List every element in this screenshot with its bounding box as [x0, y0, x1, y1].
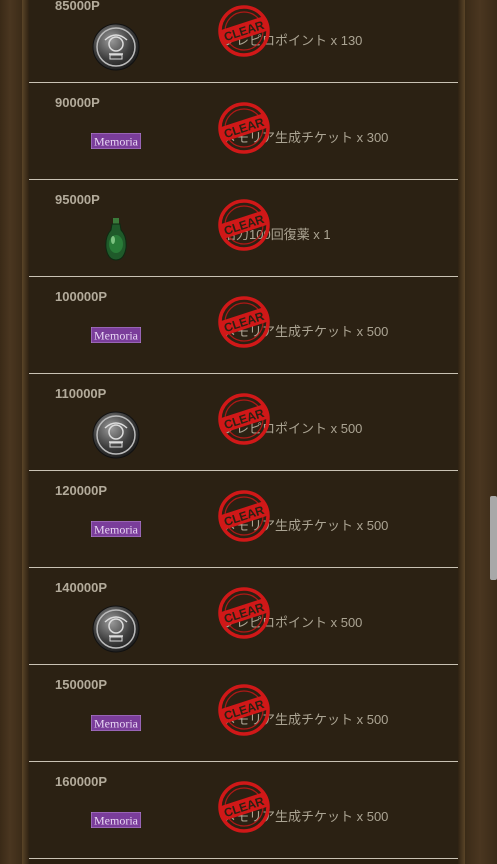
clear-stamp-label: CLEAR [222, 794, 266, 820]
clear-stamp-label: CLEAR [222, 503, 266, 529]
svg-text:Memoria: Memoria [94, 523, 139, 537]
clear-stamp-label: CLEAR [222, 406, 266, 432]
reward-row: 100000P Memoria メモリア生成チケット x 500 CLEAR [29, 277, 458, 374]
clear-stamp-icon: CLEAR [218, 490, 270, 542]
required-points: 120000P [55, 483, 108, 498]
clear-stamp-label: CLEAR [222, 309, 266, 335]
medal-coin-icon [91, 22, 141, 72]
clear-stamp-icon: CLEAR [218, 102, 270, 154]
required-points: 160000P [55, 774, 108, 789]
clear-stamp-label: CLEAR [222, 18, 266, 44]
reward-row: 90000P Memoria メモリア生成チケット x 300 CLEAR [29, 83, 458, 180]
svg-text:Memoria: Memoria [94, 814, 139, 828]
clear-stamp-icon: CLEAR [218, 587, 270, 639]
clear-stamp-icon: CLEAR [218, 781, 270, 833]
required-points: 150000P [55, 677, 108, 692]
right-border-rail [458, 0, 465, 864]
clear-stamp-icon: CLEAR [218, 684, 270, 736]
clear-stamp-label: CLEAR [222, 600, 266, 626]
required-points: 85000P [55, 0, 100, 13]
scrollbar-thumb[interactable] [490, 496, 497, 580]
required-points: 140000P [55, 580, 108, 595]
reward-row: 85000P フレピロポイント x 130 CLEAR [29, 0, 458, 83]
clear-stamp-icon: CLEAR [218, 393, 270, 445]
reward-row: 140000P フレピロポイント x 500 CLEAR [29, 568, 458, 665]
svg-text:Memoria: Memoria [94, 329, 139, 343]
required-points: 95000P [55, 192, 100, 207]
required-points: 90000P [55, 95, 100, 110]
clear-stamp-icon: CLEAR [218, 5, 270, 57]
medal-coin-icon [91, 604, 141, 654]
reward-row: 150000P Memoria メモリア生成チケット x 500 CLEAR [29, 665, 458, 762]
memoria-ticket-icon: Memoria [90, 714, 142, 732]
reward-row: 95000P 活力100回復薬 x 1 CLEAR [29, 180, 458, 277]
medal-coin-icon [91, 410, 141, 460]
reward-row: 110000P フレピロポイント x 500 CLEAR [29, 374, 458, 471]
reward-row: 120000P Memoria メモリア生成チケット x 500 CLEAR [29, 471, 458, 568]
scrollbar[interactable] [489, 0, 497, 864]
memoria-ticket-icon: Memoria [90, 811, 142, 829]
memoria-ticket-icon: Memoria [90, 132, 142, 150]
clear-stamp-icon: CLEAR [218, 199, 270, 251]
clear-stamp-label: CLEAR [222, 697, 266, 723]
required-points: 100000P [55, 289, 108, 304]
svg-text:Memoria: Memoria [94, 135, 139, 149]
green-potion-icon [104, 216, 128, 262]
reward-row: 160000P Memoria メモリア生成チケット x 500 CLEAR [29, 762, 458, 859]
clear-stamp-label: CLEAR [222, 212, 266, 238]
clear-stamp-label: CLEAR [222, 115, 266, 141]
clear-stamp-icon: CLEAR [218, 296, 270, 348]
required-points: 110000P [55, 386, 107, 401]
memoria-ticket-icon: Memoria [90, 326, 142, 344]
svg-text:Memoria: Memoria [94, 717, 139, 731]
reward-list: 85000P フレピロポイント x 130 CLEAR 90000P Memor… [29, 0, 458, 859]
memoria-ticket-icon: Memoria [90, 520, 142, 538]
left-border-rail [22, 0, 29, 864]
